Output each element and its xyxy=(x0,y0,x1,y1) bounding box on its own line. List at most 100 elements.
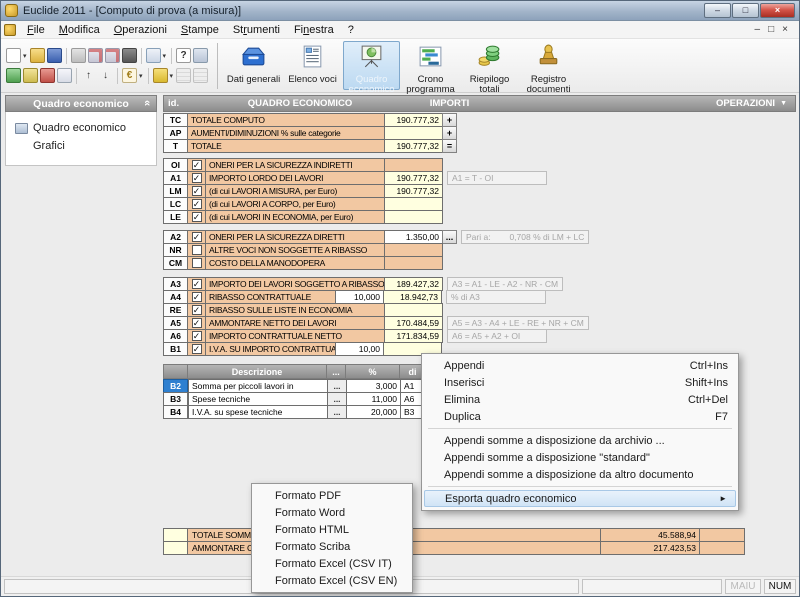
mdi-minimize-button[interactable]: – xyxy=(755,24,761,35)
submenu-item-formato-excel-csv-it[interactable]: Formato Excel (CSV IT) xyxy=(254,555,410,572)
row-ellipsis-button[interactable]: ... xyxy=(442,230,457,244)
submenu-item-formato-html[interactable]: Formato HTML xyxy=(254,521,410,538)
restore-button[interactable]: □ xyxy=(732,3,759,18)
row-ellipsis-button[interactable]: ... xyxy=(327,392,347,406)
checkbox[interactable]: ✓ xyxy=(192,199,202,209)
toolbar-button-quadro-economico[interactable]: Quadro economico xyxy=(343,41,400,90)
row-id: A4 xyxy=(163,290,188,304)
submenu-item-formato-word[interactable]: Formato Word xyxy=(254,504,410,521)
importo-cell[interactable]: 1.350,00 xyxy=(384,230,443,244)
checkbox[interactable]: ✓ xyxy=(192,279,202,289)
toolbar-button-registro-documenti[interactable]: Registro documenti xyxy=(520,41,577,90)
importo-cell: 170.484,59 xyxy=(384,316,443,330)
context-menu-item-appendi[interactable]: AppendiCtrl+Ins xyxy=(424,357,736,374)
checkbox[interactable] xyxy=(192,245,202,255)
subtable-column-dots: ... xyxy=(326,364,346,379)
sort-columns-icon[interactable] xyxy=(193,48,208,63)
row-description: AMMONTARE NETTO DEI LAVORI xyxy=(205,316,385,330)
checkbox[interactable]: ✓ xyxy=(192,173,202,183)
checkbox[interactable]: ✓ xyxy=(192,232,202,242)
context-menu-item-duplica[interactable]: DuplicaF7 xyxy=(424,408,736,425)
submenu-item-formato-pdf[interactable]: Formato PDF xyxy=(254,487,410,504)
toolbar-button-riepilogo-totali[interactable]: Riepilogo totali xyxy=(461,41,518,90)
close-button[interactable]: × xyxy=(760,3,795,18)
copy-icon[interactable] xyxy=(57,68,72,83)
row-ellipsis-button[interactable]: ... xyxy=(327,405,347,419)
checkbox[interactable]: ✓ xyxy=(192,186,202,196)
menu-strumenti[interactable]: Strumenti xyxy=(226,23,287,37)
context-menu-item-esporta-quadro-economico[interactable]: Esporta quadro economico► xyxy=(424,490,736,507)
minimize-button[interactable]: – xyxy=(704,3,731,18)
value-input[interactable]: 10,000 xyxy=(335,290,384,304)
menu-file[interactable]: File xyxy=(20,23,52,37)
subtable-column-blank xyxy=(163,364,188,379)
percent-cell[interactable]: 3,000 xyxy=(346,379,401,393)
operazioni-menu[interactable]: OPERAZIONI ▼ xyxy=(716,98,795,109)
checkbox[interactable]: ✓ xyxy=(192,160,202,170)
submenu-item-formato-scriba[interactable]: Formato Scriba xyxy=(254,538,410,555)
copy-special-icon[interactable] xyxy=(88,48,103,63)
row-plus-button[interactable]: + xyxy=(442,126,457,140)
sidebar-item-grafici[interactable]: Grafici xyxy=(15,137,154,155)
menu-help[interactable]: ? xyxy=(341,23,361,37)
percent-cell[interactable]: 11,000 xyxy=(346,392,401,406)
importo-cell xyxy=(384,256,443,270)
menu-modifica[interactable]: Modifica xyxy=(52,23,107,37)
row-id: OI xyxy=(163,158,188,172)
fill-icon[interactable] xyxy=(153,68,168,83)
row-id: B4 xyxy=(163,405,188,419)
toolbar-button-dati-generali[interactable]: Dati generali xyxy=(225,41,282,90)
importo-cell xyxy=(384,210,443,224)
currency-icon[interactable]: € xyxy=(122,68,137,83)
checkbox[interactable] xyxy=(192,258,202,268)
sidebar-header-label: Quadro economico xyxy=(33,98,129,110)
toolbar-button-elenco-voci[interactable]: Elenco voci xyxy=(284,41,341,90)
scroll-bottom-icon[interactable]: ↓ xyxy=(98,68,113,83)
checkbox[interactable]: ✓ xyxy=(192,331,202,341)
menu-operazioni[interactable]: Operazioni xyxy=(107,23,174,37)
scroll-top-icon[interactable]: ↑ xyxy=(81,68,96,83)
mdi-close-button[interactable]: × xyxy=(782,24,788,35)
context-menu-item-appendi-somme-a-disposizione-da-archivio[interactable]: Appendi somme a disposizione da archivio… xyxy=(424,432,736,449)
crono-programma-icon xyxy=(417,44,444,74)
export-icon[interactable] xyxy=(23,68,38,83)
toolbar-button-crono-programma[interactable]: Crono programma xyxy=(402,41,459,90)
row-plus-button[interactable]: + xyxy=(442,113,457,127)
context-menu-item-appendi-somme-a-disposizione-standard[interactable]: Appendi somme a disposizione "standard" xyxy=(424,449,736,466)
mdi-restore-button[interactable]: □ xyxy=(768,24,774,35)
row-id: NR xyxy=(163,243,188,257)
save-icon[interactable] xyxy=(47,48,62,63)
print-preview-icon[interactable] xyxy=(71,48,86,63)
checkbox[interactable]: ✓ xyxy=(192,212,202,222)
percent-cell[interactable]: 20,000 xyxy=(346,405,401,419)
grid-1-icon[interactable] xyxy=(176,68,191,83)
checkbox[interactable]: ✓ xyxy=(192,292,202,302)
value-input[interactable]: 10,00 xyxy=(335,342,384,356)
row-ellipsis-button[interactable]: ... xyxy=(327,379,347,393)
sidebar-header[interactable]: Quadro economico « xyxy=(5,95,157,112)
menu-finestra[interactable]: Finestra xyxy=(287,23,341,37)
checkbox[interactable]: ✓ xyxy=(192,305,202,315)
grid-2-icon[interactable] xyxy=(193,68,208,83)
paste-special-icon[interactable] xyxy=(105,48,120,63)
sidebar-item-quadro-economico[interactable]: Quadro economico xyxy=(15,119,154,137)
open-folder-icon[interactable] xyxy=(30,48,45,63)
print-icon[interactable] xyxy=(40,68,55,83)
importo-cell xyxy=(384,158,443,172)
importo-cell: 171.834,59 xyxy=(384,329,443,343)
checkbox[interactable]: ✓ xyxy=(192,344,202,354)
checkbox[interactable]: ✓ xyxy=(192,318,202,328)
help-icon[interactable]: ? xyxy=(176,48,191,63)
new-document-icon[interactable] xyxy=(6,48,21,63)
context-menu-item-appendi-somme-a-disposizione-da-altro-documento[interactable]: Appendi somme a disposizione da altro do… xyxy=(424,466,736,483)
window-switch-icon[interactable] xyxy=(146,48,161,63)
row-equals-button[interactable]: = xyxy=(442,139,457,153)
import-icon[interactable] xyxy=(6,68,21,83)
collapse-chevron-icon[interactable]: « xyxy=(141,100,153,106)
context-menu-item-elimina[interactable]: EliminaCtrl+Del xyxy=(424,391,736,408)
context-menu-item-inserisci[interactable]: InserisciShift+Ins xyxy=(424,374,736,391)
submenu-item-formato-excel-csv-en[interactable]: Formato Excel (CSV EN) xyxy=(254,572,410,589)
screen-icon xyxy=(15,123,28,134)
find-icon[interactable] xyxy=(122,48,137,63)
menu-stampe[interactable]: Stampe xyxy=(174,23,226,37)
